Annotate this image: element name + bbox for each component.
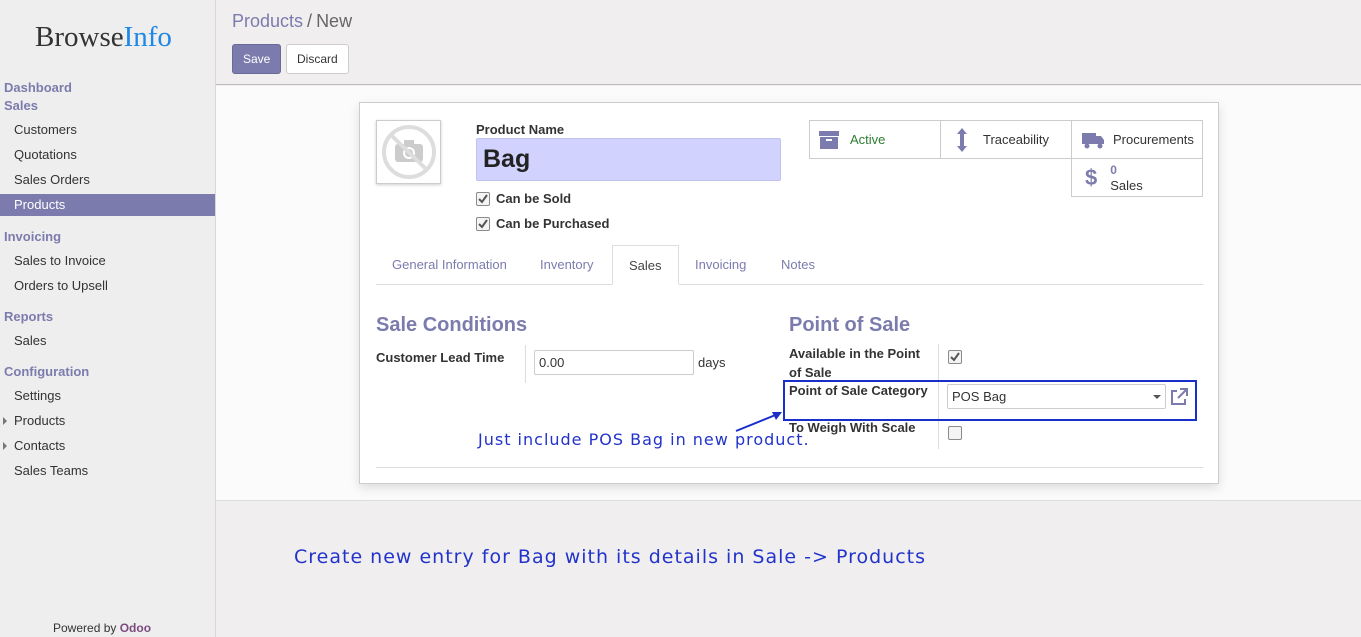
traceability-button[interactable]: Traceability	[940, 120, 1072, 159]
notebook-tabs: General Information Inventory Sales Invo…	[376, 245, 1203, 285]
sales-stat-label: Sales	[1110, 177, 1143, 193]
sidebar-item-sales-orders[interactable]: Sales Orders	[0, 169, 215, 191]
lead-time-unit: days	[698, 355, 726, 370]
menu-section-dashboard[interactable]: Dashboard	[4, 80, 72, 95]
can-be-purchased-row: Can be Purchased	[476, 216, 609, 231]
no-camera-icon	[382, 125, 436, 179]
sidebar-item-settings[interactable]: Settings	[0, 385, 215, 407]
caret-right-icon	[3, 442, 7, 450]
check-icon	[478, 193, 488, 204]
menu-section-invoicing[interactable]: Invoicing	[4, 229, 61, 244]
product-name-label: Product Name	[476, 122, 565, 137]
sidebar-item-orders-to-upsell[interactable]: Orders to Upsell	[0, 275, 215, 297]
product-name-input[interactable]: Bag	[476, 138, 781, 181]
active-label: Active	[850, 132, 886, 147]
form-sheet: Product Name Bag Can be Sold Can be Purc…	[359, 102, 1219, 484]
sidebar-item-customers[interactable]: Customers	[0, 119, 215, 141]
annotation-highlight-box	[783, 380, 1197, 421]
to-weigh-checkbox[interactable]	[948, 426, 962, 440]
sidebar-item-products[interactable]: Products	[0, 194, 215, 216]
tab-invoicing[interactable]: Invoicing	[679, 245, 762, 285]
procurements-button[interactable]: Procurements	[1071, 120, 1203, 159]
annotation-bottom-note: Create new entry for Bag with its detail…	[294, 546, 926, 568]
check-icon	[950, 352, 960, 362]
truck-icon	[1082, 132, 1104, 148]
sidebar-item-contacts[interactable]: Contacts	[0, 435, 215, 457]
traceability-label: Traceability	[983, 132, 1049, 147]
sales-stat-button[interactable]: $ 0 Sales	[1071, 158, 1203, 197]
annotation-pos-note: Just include POS Bag in new product.	[478, 430, 810, 449]
caret-right-icon	[3, 417, 7, 425]
customer-lead-time-label: Customer Lead Time	[376, 350, 505, 365]
tab-notes[interactable]: Notes	[765, 245, 831, 285]
tab-general-information[interactable]: General Information	[376, 245, 523, 285]
control-panel: Products / New Save Discard	[216, 0, 1361, 85]
browseinfo-logo[interactable]: BrowseInfo	[35, 21, 172, 54]
tab-sales[interactable]: Sales	[612, 245, 679, 285]
sidebar-item-reports-sales[interactable]: Sales	[0, 330, 215, 352]
sale-conditions-title: Sale Conditions	[376, 314, 528, 336]
menu-section-sales[interactable]: Sales	[4, 98, 38, 113]
sidebar-item-config-products[interactable]: Products	[0, 410, 215, 432]
powered-by: Powered by Odoo	[53, 621, 152, 635]
sales-count: 0	[1110, 162, 1117, 177]
available-in-pos-checkbox[interactable]	[948, 350, 962, 364]
arrows-vertical-icon	[957, 127, 967, 152]
active-toggle-button[interactable]: Active	[809, 120, 941, 159]
breadcrumb-products-link[interactable]: Products	[232, 11, 303, 31]
can-be-purchased-label: Can be Purchased	[496, 216, 610, 231]
save-button[interactable]: Save	[232, 44, 282, 74]
available-in-pos-label: Available in the Point of Sale	[789, 346, 920, 380]
sidebar-item-quotations[interactable]: Quotations	[0, 144, 215, 166]
breadcrumb: Products / New	[232, 11, 352, 32]
sidebar: BrowseInfo Dashboard Sales Customers Quo…	[0, 0, 216, 637]
breadcrumb-separator: /	[307, 11, 313, 31]
customer-lead-time-input[interactable]: 0.00	[534, 350, 694, 375]
can-be-sold-label: Can be Sold	[496, 191, 572, 206]
odoo-link[interactable]: Odoo	[120, 621, 151, 635]
procurements-label: Procurements	[1113, 132, 1194, 147]
dollar-icon: $	[1085, 164, 1098, 190]
can-be-sold-row: Can be Sold	[476, 191, 571, 206]
sidebar-item-label: Products	[14, 413, 66, 428]
discard-button[interactable]: Discard	[286, 44, 349, 74]
point-of-sale-title: Point of Sale	[789, 314, 911, 336]
breadcrumb-current: New	[316, 11, 353, 31]
menu-section-configuration[interactable]: Configuration	[4, 364, 89, 379]
archive-icon	[819, 130, 839, 149]
sidebar-item-sales-to-invoice[interactable]: Sales to Invoice	[0, 250, 215, 272]
tab-inventory[interactable]: Inventory	[524, 245, 609, 285]
can-be-sold-checkbox[interactable]	[476, 191, 490, 206]
sidebar-item-label: Contacts	[14, 438, 66, 453]
product-image[interactable]	[376, 120, 441, 184]
sidebar-item-sales-teams[interactable]: Sales Teams	[0, 460, 215, 482]
form-divider	[376, 467, 1203, 468]
field-separator	[525, 345, 526, 383]
can-be-purchased-checkbox[interactable]	[476, 216, 490, 231]
menu-section-reports[interactable]: Reports	[4, 309, 53, 324]
check-icon	[478, 218, 488, 229]
